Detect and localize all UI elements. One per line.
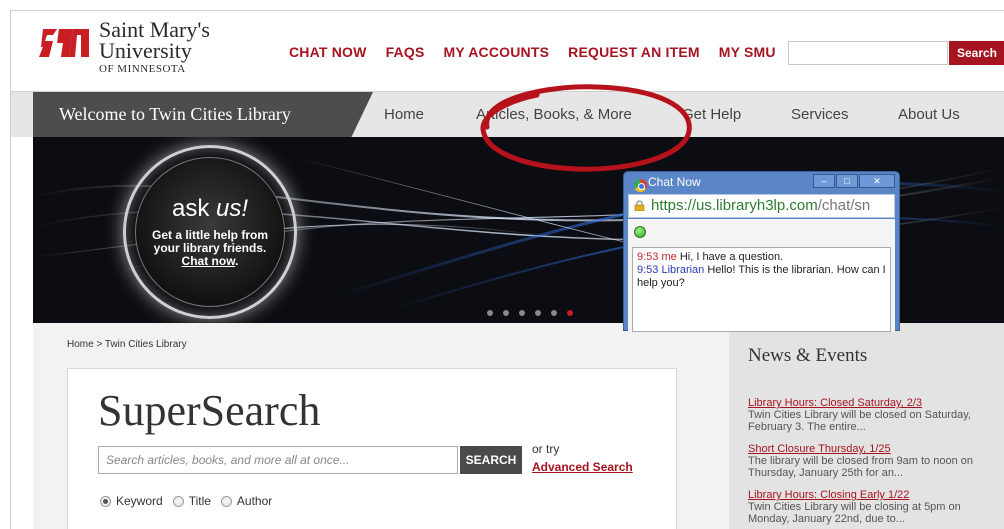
radio-keyword[interactable] [100,495,111,507]
news-item-summary: The library will be closed from 9am to n… [748,455,973,479]
topnav-faqs[interactable]: FAQS [386,44,425,60]
chat-now-link[interactable]: Chat now [182,254,236,268]
window-controls: – □ ✕ [813,174,895,188]
news-item-link[interactable]: Library Hours: Closing Early 1/22 [748,489,1000,501]
logo-line-2: University [99,38,192,63]
utility-nav: CHAT NOW FAQS MY ACCOUNTS REQUEST AN ITE… [289,44,776,60]
news-item-summary: Twin Cities Library will be closing at 5… [748,501,961,525]
supersearch-input[interactable]: Search articles, books, and more all at … [98,446,458,474]
advanced-search-link[interactable]: Advanced Search [532,460,633,474]
slide-dot-5[interactable] [551,310,557,316]
chat-body: 9:53 me Hi, I have a question. 9:53 Libr… [628,219,895,332]
radio-keyword-label[interactable]: Keyword [116,494,163,508]
ask-us-heading: ask us! [133,195,287,223]
chat-message: 9:53 Librarian Hello! This is the librar… [637,264,886,290]
library-title: Welcome to Twin Cities Library [59,104,291,124]
site-search-button[interactable]: Search [949,41,1004,65]
slide-dot-2[interactable] [503,310,509,316]
topnav-chat-now[interactable]: CHAT NOW [289,44,367,60]
news-events-title: News & Events [748,345,868,366]
site-header: Saint Mary's University OF MINNESOTA CHA… [11,11,1004,91]
mainnav-articles-books-more[interactable]: Articles, Books, & More [476,106,632,123]
main-content: Home > Twin Cities Library SuperSearch S… [33,323,1004,529]
news-item: Library Hours: Closing Early 1/22 Twin C… [748,489,1000,525]
news-item: Short Closure Thursday, 1/25 The library… [748,443,1000,479]
mainnav-services[interactable]: Services [791,106,849,123]
chat-address-bar[interactable]: https://us.libraryh3lp.com/chat/sn [628,194,895,218]
supersearch-button[interactable]: SEARCH [460,446,522,474]
slide-dot-4[interactable] [535,310,541,316]
supersearch-panel: SuperSearch Search articles, books, and … [67,368,677,529]
mainnav-get-help[interactable]: Get Help [682,106,741,123]
breadcrumb[interactable]: Home > Twin Cities Library [67,339,187,350]
page: Saint Mary's University OF MINNESOTA CHA… [10,10,1004,529]
chrome-icon [634,179,647,192]
radio-author-label[interactable]: Author [237,494,272,508]
minimize-button[interactable]: – [813,174,835,188]
chat-message-text: Hi, I have a question. [679,251,784,263]
chat-message: 9:53 me Hi, I have a question. [637,251,886,264]
search-type-options: Keyword Title Author [100,494,282,508]
chat-url-path: /chat/sn [817,197,871,214]
radio-title[interactable] [172,495,184,507]
logo-line-3: OF MINNESOTA [99,63,186,75]
main-nav-bar: Welcome to Twin Cities Library Home Arti… [11,91,1004,138]
chat-message-sender: Librarian [661,264,705,276]
mainnav-about-us[interactable]: About Us [898,106,960,123]
slide-indicators [487,310,573,316]
news-events-panel: News & Events Library Hours: Closed Satu… [729,323,1004,529]
chat-url-host: https://us.libraryh3lp.com [651,197,818,214]
news-item: Library Hours: Closed Saturday, 2/3 Twin… [748,397,1000,433]
chat-message-time: 9:53 [637,264,659,276]
ask-us-emphasis: us! [216,195,249,222]
smu-logo-mark-icon [39,29,89,57]
chat-transcript: 9:53 me Hi, I have a question. 9:53 Libr… [632,247,891,332]
chat-popup-window[interactable]: Chat Now – □ ✕ https://us.libraryh3lp.co… [623,171,900,332]
close-button[interactable]: ✕ [859,174,895,188]
news-item-link[interactable]: Library Hours: Closed Saturday, 2/3 [748,397,1000,409]
maximize-button[interactable]: □ [836,174,858,188]
radio-title-label[interactable]: Title [189,494,211,508]
slide-dot-1[interactable] [487,310,493,316]
slide-dot-6[interactable] [567,310,573,316]
site-search-input[interactable] [788,41,948,65]
logo-wordmark: Saint Mary's University OF MINNESOTA [99,19,210,76]
slide-dot-3[interactable] [519,310,525,316]
topnav-request-an-item[interactable]: REQUEST AN ITEM [568,44,700,60]
library-title-tab[interactable]: Welcome to Twin Cities Library [33,92,373,138]
supersearch-title: SuperSearch [98,386,321,435]
radio-author[interactable] [220,495,232,507]
lock-icon [634,200,645,211]
online-status-icon [634,226,646,238]
topnav-my-smu[interactable]: MY SMU [719,44,776,60]
or-try-label: or try [532,442,560,456]
ask-us-subtext: Get a little help from your library frie… [133,229,287,268]
chat-message-sender: me [661,251,677,263]
topnav-my-accounts[interactable]: MY ACCOUNTS [443,44,549,60]
chat-now-suffix: . [235,254,239,268]
news-item-link[interactable]: Short Closure Thursday, 1/25 [748,443,1000,455]
ask-us-word: ask [171,195,210,222]
news-item-summary: Twin Cities Library will be closed on Sa… [748,409,971,433]
mainnav-home[interactable]: Home [384,106,424,123]
chat-message-time: 9:53 [637,251,659,263]
chat-window-title: Chat Now [648,175,701,189]
